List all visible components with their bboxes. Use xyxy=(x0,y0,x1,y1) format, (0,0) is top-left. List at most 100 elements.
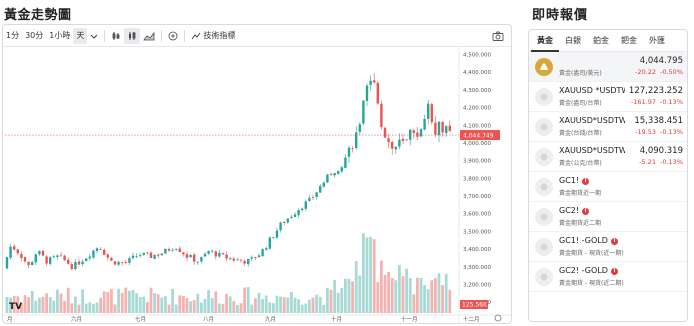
bar-chart-type-icon[interactable] xyxy=(108,28,124,44)
coin-icon xyxy=(535,208,553,226)
y-tick-label: 3,600.000 xyxy=(463,212,491,218)
quote-row[interactable]: XAUUSD*USDTWD/黃金(台錢/台幣) 15,338.451 -19.53-… xyxy=(529,112,687,142)
quote-row[interactable]: GC2! i 黃金期貨近二期 xyxy=(529,202,687,232)
quote-row[interactable]: GC1! -GOLD i 黃金期貨 - 現貨(近一期) xyxy=(529,232,687,262)
volume-bar xyxy=(365,237,369,313)
candle xyxy=(394,146,397,150)
candle xyxy=(308,197,311,201)
volume-bar xyxy=(329,289,333,313)
volume-bar xyxy=(30,291,34,313)
settings-icon[interactable] xyxy=(494,314,502,322)
quote-change xyxy=(675,218,683,226)
tab-forex[interactable]: 外匯 xyxy=(643,30,671,52)
candle xyxy=(401,138,405,142)
candle xyxy=(445,126,448,134)
volume-bar xyxy=(52,300,56,313)
candle xyxy=(362,100,365,124)
tab-silver[interactable]: 白銀 xyxy=(559,30,587,52)
volume-bar xyxy=(135,293,138,313)
camera-icon[interactable] xyxy=(489,28,507,44)
coin-icon xyxy=(535,88,553,106)
y-tick-label: 3,300.000 xyxy=(463,265,491,271)
info-icon[interactable]: i xyxy=(582,208,590,215)
chart-widget[interactable]: 1分 30分 1小時 天 技術指標 4,500.000 4,400.000 4,… xyxy=(2,24,512,324)
candle xyxy=(131,255,135,258)
quote-symbol: XAUUSD *USDTWI xyxy=(559,86,625,95)
add-indicator-icon[interactable] xyxy=(165,28,181,44)
info-icon[interactable]: i xyxy=(610,238,618,245)
quote-row[interactable]: 黃金(盎司/美元) 4,044.795 -20.22 -0.50% xyxy=(529,52,687,82)
volume-bar xyxy=(210,298,214,313)
candle xyxy=(272,237,275,239)
candle xyxy=(153,255,156,259)
coin-icon xyxy=(535,238,553,256)
quote-row[interactable]: GC2! -GOLD i 黃金期貨 - 現貨(近二期) xyxy=(529,262,687,292)
candle xyxy=(279,222,282,231)
candle xyxy=(88,256,91,259)
interval-1h[interactable]: 1小時 xyxy=(46,28,73,44)
quote-row[interactable]: XAUUSD *USDTWI 黃金(盎司/台幣) 127,223.252 -161.9… xyxy=(529,82,687,112)
tab-gold[interactable]: 黃金 xyxy=(531,30,559,52)
candle xyxy=(275,230,279,238)
quote-change-value: -161.97 xyxy=(630,98,656,106)
quote-change-value: -19.53 xyxy=(635,128,656,136)
tab-platinum[interactable]: 鉑金 xyxy=(587,30,615,52)
candle xyxy=(77,261,81,265)
quote-symbol: GC1! -GOLD i xyxy=(559,236,618,245)
interval-1m[interactable]: 1分 xyxy=(3,28,22,44)
candle xyxy=(95,248,99,252)
chevron-down-icon[interactable] xyxy=(87,28,101,44)
info-icon[interactable]: i xyxy=(582,178,590,185)
candle xyxy=(146,252,149,254)
volume-bar xyxy=(207,290,210,313)
gold-bar-icon xyxy=(535,58,553,76)
volume-bar xyxy=(326,287,329,313)
quote-row[interactable]: GC1! i 黃金期貨近一期 xyxy=(529,172,687,202)
price-chart[interactable]: 4,500.000 4,400.000 4,300.000 4,200.000 4,10… xyxy=(3,47,511,323)
quote-row[interactable]: XAUUSD*USDTWD/: 黃金(公克/台幣) 4,090.319 -5.21 -0… xyxy=(529,142,687,172)
y-tick-label: 4,500.000 xyxy=(463,53,491,59)
candle xyxy=(254,257,257,258)
y-tick-label: 4,000.000 xyxy=(463,141,491,147)
volume-bar xyxy=(405,268,408,313)
volume-bar xyxy=(174,304,178,313)
volume-bar xyxy=(236,304,239,313)
volume-bar xyxy=(45,293,48,313)
last-volume-label: 125.56K xyxy=(462,302,488,309)
candle xyxy=(27,261,30,266)
candle xyxy=(297,210,300,216)
candle xyxy=(74,261,77,270)
tab-palladium[interactable]: 鈀金 xyxy=(615,30,643,52)
volume-bar xyxy=(387,271,390,313)
volume-bar xyxy=(358,275,362,313)
volume-bar xyxy=(124,287,128,313)
interval-1d[interactable]: 天 xyxy=(73,27,88,44)
info-icon[interactable]: i xyxy=(610,268,618,275)
volume-bar xyxy=(304,303,308,313)
candle xyxy=(121,261,124,263)
volume-bar xyxy=(286,297,290,313)
quotes-list: 黃金 白銀 鉑金 鈀金 外匯 黃金(盎司/美元) 4,044.795 -20.22-… xyxy=(528,29,688,322)
volume-bar xyxy=(142,296,146,313)
candlestick-chart-icon[interactable] xyxy=(124,27,141,44)
interval-30m[interactable]: 30分 xyxy=(22,28,46,44)
y-tick-label: 4,400.000 xyxy=(463,70,491,76)
candle xyxy=(103,249,106,255)
candle xyxy=(193,254,196,262)
candle xyxy=(117,261,120,265)
volume-bar xyxy=(189,301,192,313)
candle xyxy=(304,201,307,209)
indicators-button[interactable]: 技術指標 xyxy=(188,28,238,44)
candle xyxy=(319,185,322,193)
quote-symbol-text: XAUUSD*USDTWD/ xyxy=(559,116,625,125)
quote-change xyxy=(675,248,683,256)
candle xyxy=(63,255,66,261)
volume-bar xyxy=(416,277,419,313)
candle xyxy=(383,127,387,138)
candle xyxy=(175,249,178,250)
quote-symbol: XAUUSD*USDTWD/ xyxy=(559,116,625,125)
volume-bar xyxy=(102,291,106,313)
quote-description: 黃金期貨近一期 xyxy=(559,190,602,197)
volume-bar xyxy=(225,293,228,313)
area-chart-icon[interactable] xyxy=(140,28,158,44)
